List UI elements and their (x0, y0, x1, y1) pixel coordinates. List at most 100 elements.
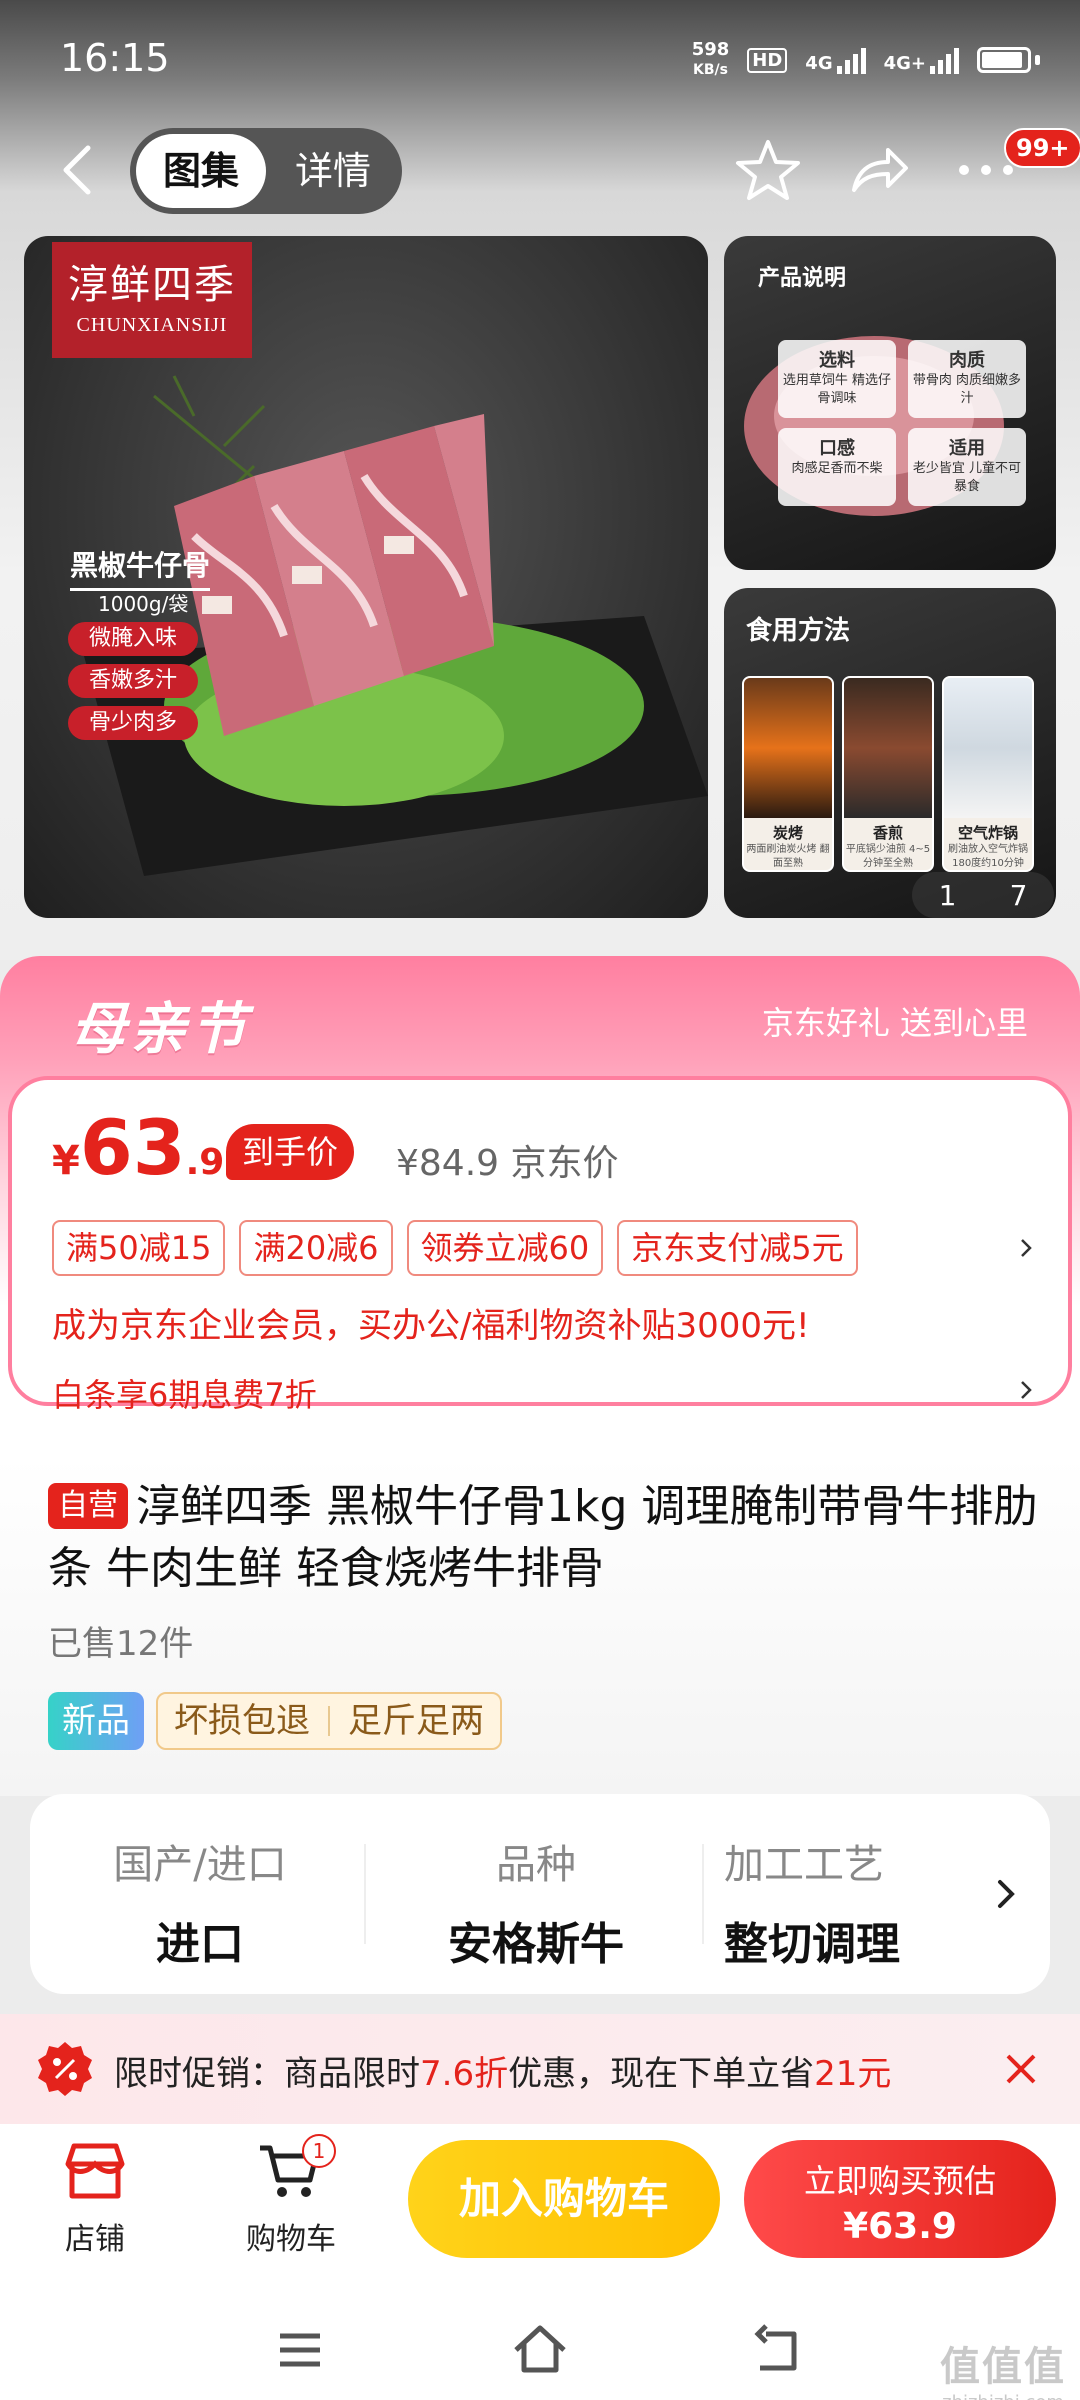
method-title: 香煎 (872, 824, 903, 842)
info-cell: 适用 老少皆宜 儿童不可暴食 (908, 428, 1026, 506)
nav-bar: 图集 详情 (0, 120, 1080, 220)
feature-tag: 骨少肉多 (68, 706, 198, 740)
sold-count: 已售12件 (48, 1624, 194, 1664)
service-tags[interactable]: 坏损包退 足斤足两 (156, 1692, 502, 1750)
vip-promo-line[interactable]: 成为京东企业会员，买办公/福利物资补贴3000元! (52, 1298, 810, 1347)
method-card: 空气炸锅 刷油放入空气炸锅 180度约10分钟 (942, 676, 1034, 872)
limited-promo-bar[interactable]: 限时促销：商品限时7.6折优惠，现在下单立省21元 (0, 2014, 1080, 2124)
attribute-value: 安格斯牛 (448, 1919, 624, 1970)
brand-logo-en: CHUNXIANSIJI (76, 314, 228, 336)
chevron-right-icon[interactable] (986, 1874, 1026, 1914)
sim1-label: 4G (805, 53, 833, 74)
service-tag: 坏损包退 (174, 1701, 310, 1741)
coupon[interactable]: 满20减6 (239, 1220, 393, 1276)
info-cell: 选料 选用草饲牛 精选仔骨调味 (778, 340, 896, 418)
coupon[interactable]: 领券立减60 (406, 1220, 604, 1276)
status-bar: 16:15 598 KB/s HD 4G 4G+ (0, 0, 1080, 120)
price-decimal: .9 (185, 1142, 225, 1183)
final-price-tag: 到手价 (226, 1124, 355, 1180)
net-speed: 598 KB/s (692, 40, 730, 80)
original-price: ¥84.9 京东价 (396, 1143, 619, 1184)
buy-now-price: ¥63.9 (843, 2206, 957, 2247)
attribute-value: 进口 (156, 1919, 244, 1970)
chevron-right-icon[interactable] (1014, 1236, 1038, 1260)
thumbnail-cooking-methods[interactable]: 食用方法 炭烤 两面刷油炭火烤 翻面至熟 香煎 平底锅少油煎 4~5分钟至全熟 … (724, 588, 1056, 918)
battery-cap (1035, 55, 1040, 65)
info-cell-title: 口感 (819, 438, 855, 459)
system-nav-bar (0, 2294, 1080, 2400)
info-cell-title: 选料 (819, 350, 855, 371)
info-cell-title: 适用 (949, 438, 985, 459)
info-cell-desc: 带骨肉 肉质细嫩多汁 (912, 373, 1022, 406)
limited-promo-prefix: 限时促销：商品限时 (114, 2054, 420, 2094)
limited-promo-discount: 7.6折 (420, 2054, 509, 2094)
pager-current: 1 (938, 878, 957, 912)
more-badge: 99+ (1004, 128, 1080, 168)
limited-promo-middle: 优惠，现在下单立省 (508, 2054, 815, 2094)
method-card: 炭烤 两面刷油炭火烤 翻面至熟 (742, 676, 834, 872)
cart-button[interactable]: 1 购物车 (226, 2134, 356, 2258)
buy-now-button[interactable]: 立即购买预估 ¥63.9 (744, 2140, 1056, 2258)
product-title-text: 淳鲜四季 黑椒牛仔骨1kg 调理腌制带骨牛排肋条 牛肉生鲜 轻食烧烤牛排骨 (48, 1481, 1038, 1594)
method-desc: 两面刷油炭火烤 翻面至熟 (746, 844, 830, 869)
method-desc: 刷油放入空气炸锅 180度约10分钟 (948, 844, 1028, 869)
tab-gallery[interactable]: 图集 (136, 134, 266, 208)
limited-promo-saving: 21元 (814, 2054, 892, 2094)
final-price: ¥ 63 .9 (52, 1110, 224, 1186)
new-product-tag: 新品 (48, 1692, 144, 1750)
coupon-list[interactable]: 满50减15 满20减6 领券立减60 京东支付减5元 (52, 1220, 858, 1276)
watermark: 值值值 zhizhizhi.com (940, 2334, 1066, 2400)
hd-icon: HD (747, 47, 788, 73)
cart-count-badge: 1 (302, 2134, 336, 2168)
air-fryer-photo (944, 678, 1032, 818)
coupon[interactable]: 京东支付减5元 (617, 1220, 858, 1276)
attribute-panel[interactable]: 国产/进口 进口 品种 安格斯牛 加工工艺 整切调理 (30, 1794, 1050, 1994)
feature-tag: 香嫩多汁 (68, 664, 198, 698)
main-product-image[interactable]: 淳鲜四季 CHUNXIANSIJI 黑椒牛仔骨 1000g/袋 微腌入味 香嫩多… (24, 236, 708, 918)
close-icon[interactable] (1002, 2050, 1040, 2088)
product-title: 自营 淳鲜四季 黑椒牛仔骨1kg 调理腌制带骨牛排肋条 牛肉生鲜 轻食烧烤牛排骨 (48, 1476, 1038, 1600)
info-cell-desc: 老少皆宜 儿童不可暴食 (912, 461, 1022, 494)
feature-tag: 微腌入味 (68, 622, 198, 656)
bottom-action-bar: 店铺 1 购物车 加入购物车 立即购买预估 ¥63.9 (0, 2124, 1080, 2294)
battery-icon (977, 47, 1031, 73)
info-cell-desc: 肉感足香而不柴 (791, 461, 883, 476)
watermark-title: 值值值 (940, 2344, 1066, 2390)
shop-button[interactable]: 店铺 (30, 2140, 160, 2258)
back-icon[interactable] (50, 140, 110, 200)
method-title: 空气炸锅 (957, 824, 1018, 842)
shop-label: 店铺 (65, 2222, 125, 2257)
festival-slogan: 京东好礼 送到心里 (761, 1004, 1028, 1042)
info-cell: 口感 肉感足香而不柴 (778, 428, 896, 506)
baitiao-line[interactable]: 白条享6期息费7折 (52, 1370, 317, 1416)
promo-section: 母亲节 京东好礼 送到心里 ¥ 63 .9 到手价 ¥84.9 京东价 满50减… (0, 956, 1080, 1456)
gallery-detail-switch: 图集 详情 (130, 128, 402, 214)
chevron-right-icon[interactable] (1014, 1378, 1038, 1402)
thumbnail-title: 食用方法 (746, 616, 851, 646)
self-operated-tag: 自营 (48, 1483, 128, 1529)
coupon[interactable]: 满50减15 (52, 1220, 226, 1276)
add-to-cart-button[interactable]: 加入购物车 (408, 2140, 720, 2258)
gallery-pager: 1 7 (912, 872, 1054, 918)
home-icon[interactable] (510, 2320, 570, 2380)
attribute-key: 品种 (496, 1842, 576, 1888)
menu-icon[interactable] (270, 2320, 330, 2380)
share-icon[interactable] (842, 134, 914, 206)
status-time: 16:15 (60, 36, 170, 80)
watermark-url: zhizhizhi.com (940, 2392, 1066, 2400)
thumbnail-product-info[interactable]: 产品说明 选料 选用草饲牛 精选仔骨调味 肉质 带骨肉 肉质细嫩多汁 口感 肉感足香而… (724, 236, 1056, 570)
back-nav-icon[interactable] (750, 2320, 810, 2380)
attribute-item: 品种 安格斯牛 (366, 1794, 706, 1994)
festival-title: 母亲节 (70, 997, 250, 1062)
tab-detail[interactable]: 详情 (268, 134, 398, 208)
pager-total: 7 (1009, 878, 1028, 912)
cart-label: 购物车 (246, 2222, 336, 2257)
image-product-weight: 1000g/袋 (98, 592, 189, 616)
net-speed-unit: KB/s (693, 62, 728, 78)
shop-icon (65, 2143, 125, 2199)
info-cell: 肉质 带骨肉 肉质细嫩多汁 (908, 340, 1026, 418)
limited-promo-text: 限时促销：商品限时7.6折优惠，现在下单立省21元 (114, 2046, 891, 2095)
star-icon[interactable] (732, 134, 804, 206)
pan-fry-photo (844, 678, 932, 818)
image-product-name: 黑椒牛仔骨 (70, 544, 211, 591)
